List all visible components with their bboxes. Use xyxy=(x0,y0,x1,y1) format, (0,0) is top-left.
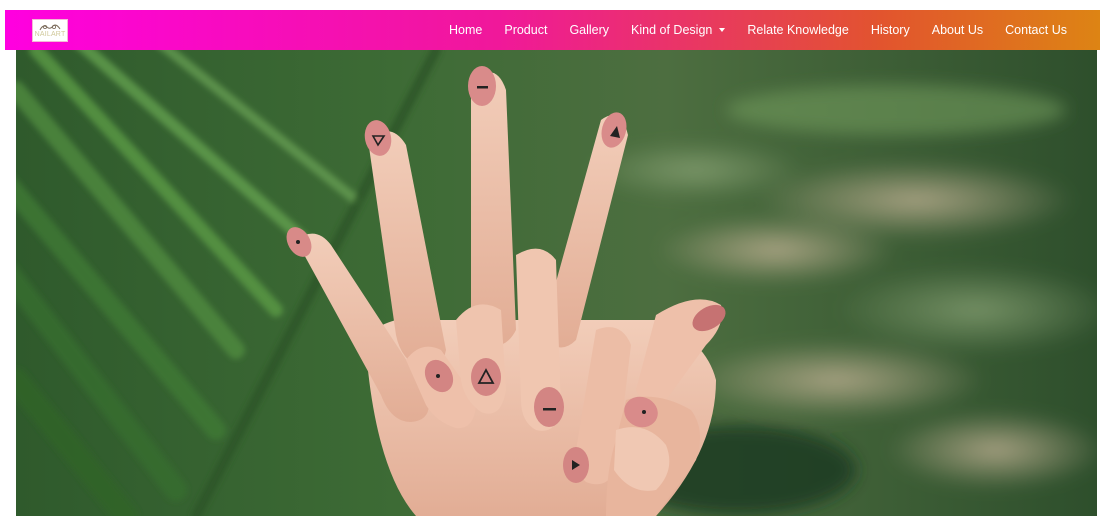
hero-banner-image xyxy=(16,50,1097,516)
nav-item-label: Kind of Design xyxy=(631,23,713,37)
nav-links: Home Product Gallery Kind of Design Rela… xyxy=(438,10,1078,50)
nav-item-label: History xyxy=(870,23,910,37)
nav-item-relate-knowledge[interactable]: Relate Knowledge xyxy=(736,10,859,50)
brand-logo[interactable]: NAILART xyxy=(32,19,68,42)
nav-item-label: Relate Knowledge xyxy=(747,23,849,37)
nav-item-about-us[interactable]: About Us xyxy=(921,10,994,50)
caret-down-icon xyxy=(719,28,726,32)
nav-item-home[interactable]: Home xyxy=(438,10,493,50)
top-navbar: NAILART Home Product Gallery Kind of Des… xyxy=(5,10,1100,50)
nav-item-label: Home xyxy=(449,23,483,37)
nav-item-product[interactable]: Product xyxy=(493,10,558,50)
brand-logo-text: NAILART xyxy=(34,31,66,38)
nav-item-label: Contact Us xyxy=(1005,23,1067,37)
nav-item-contact-us[interactable]: Contact Us xyxy=(994,10,1078,50)
nav-item-history[interactable]: History xyxy=(860,10,921,50)
nav-item-kind-of-design[interactable]: Kind of Design xyxy=(620,10,736,50)
nav-item-label: About Us xyxy=(931,23,984,37)
nav-item-gallery[interactable]: Gallery xyxy=(558,10,620,50)
nav-item-label: Gallery xyxy=(569,23,610,37)
nav-item-label: Product xyxy=(504,23,548,37)
hero-illustration xyxy=(16,50,1097,516)
